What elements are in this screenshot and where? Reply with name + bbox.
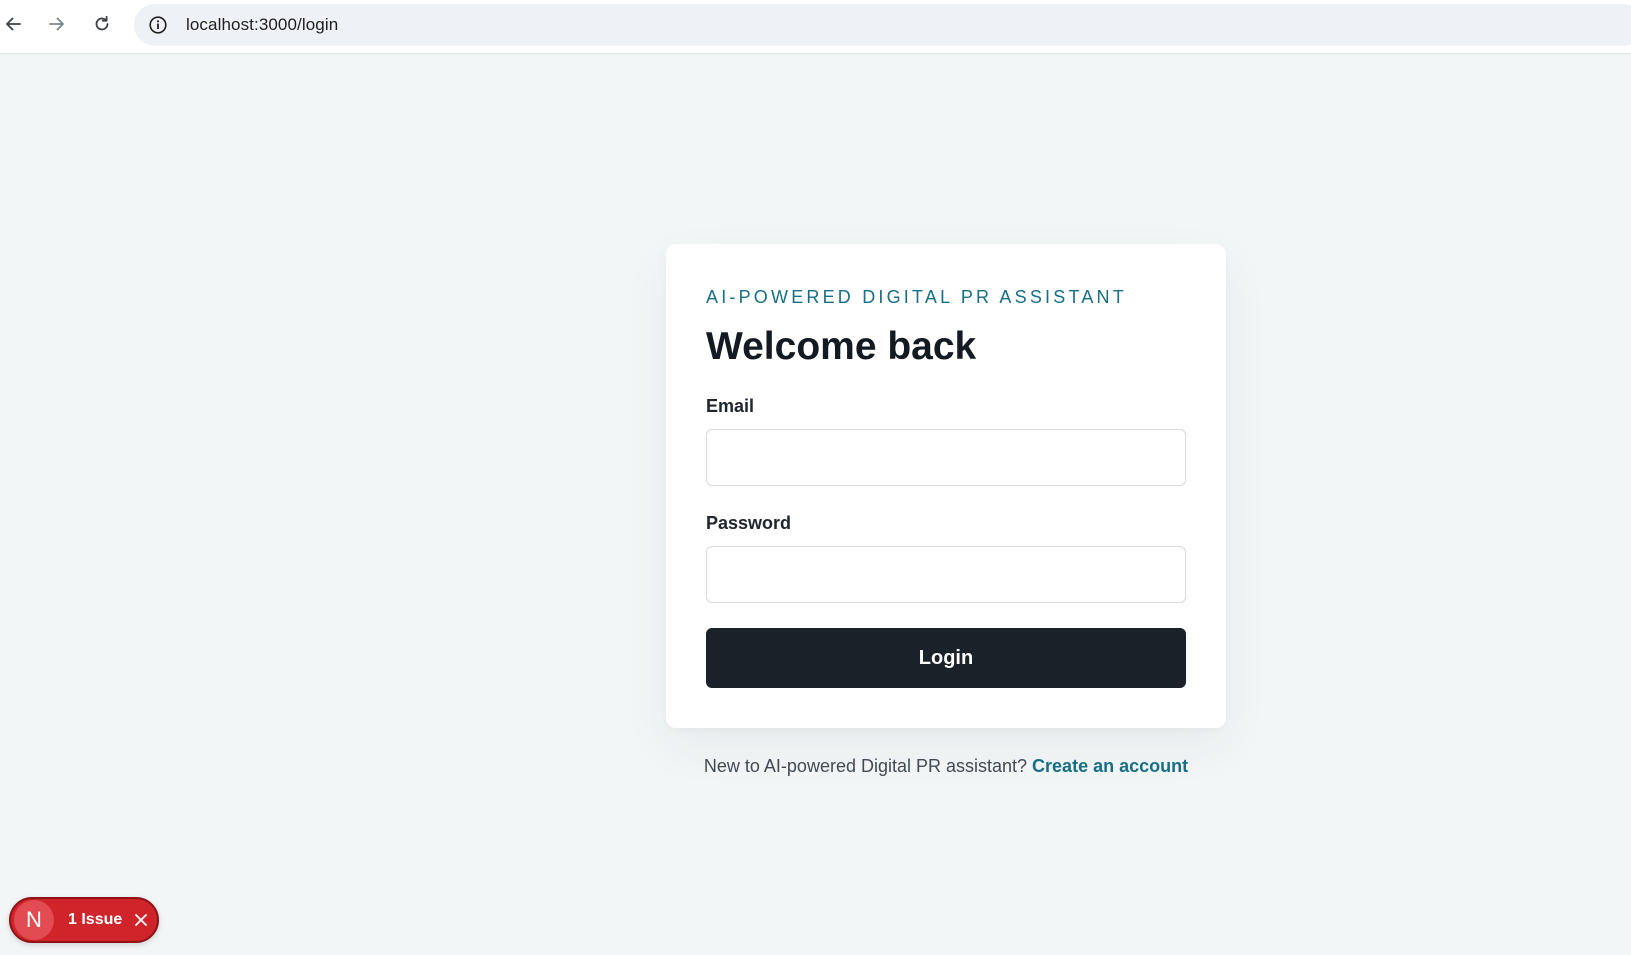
login-button[interactable]: Login [706,628,1186,688]
dev-issues-badge: N 1 Issue [9,897,159,943]
signup-prompt-text: New to AI-powered Digital PR assistant? [703,756,1033,776]
page-title: Welcome back [706,325,977,368]
nextjs-logo[interactable]: N [14,900,54,940]
url-text[interactable]: localhost:3000/login [186,15,338,35]
app-tagline: AI-POWERED DIGITAL PR ASSISTANT [706,287,1127,307]
signup-prompt: New to AI-powered Digital PR assistant? … [666,756,1226,777]
close-icon [135,914,148,926]
arrow-left-icon [6,17,21,31]
create-account-link[interactable]: Create an account [1032,756,1188,776]
back-button[interactable] [0,7,30,41]
address-bar[interactable]: localhost:3000/login [134,4,1631,46]
email-field[interactable] [706,429,1186,486]
info-icon [149,16,167,34]
forward-button[interactable] [40,7,74,41]
browser-toolbar: localhost:3000/login [0,0,1631,54]
close-issues-button[interactable] [132,911,150,929]
arrow-right-icon [49,17,64,31]
password-field[interactable] [706,546,1186,603]
password-label: Password [706,513,792,533]
email-label: Email [706,396,755,416]
site-info-button[interactable] [146,13,170,37]
reload-icon [95,15,109,31]
issue-count-button[interactable]: 1 Issue [68,911,122,929]
reload-button[interactable] [85,7,119,41]
login-card: AI-POWERED DIGITAL PR ASSISTANT Welcome … [666,244,1226,728]
